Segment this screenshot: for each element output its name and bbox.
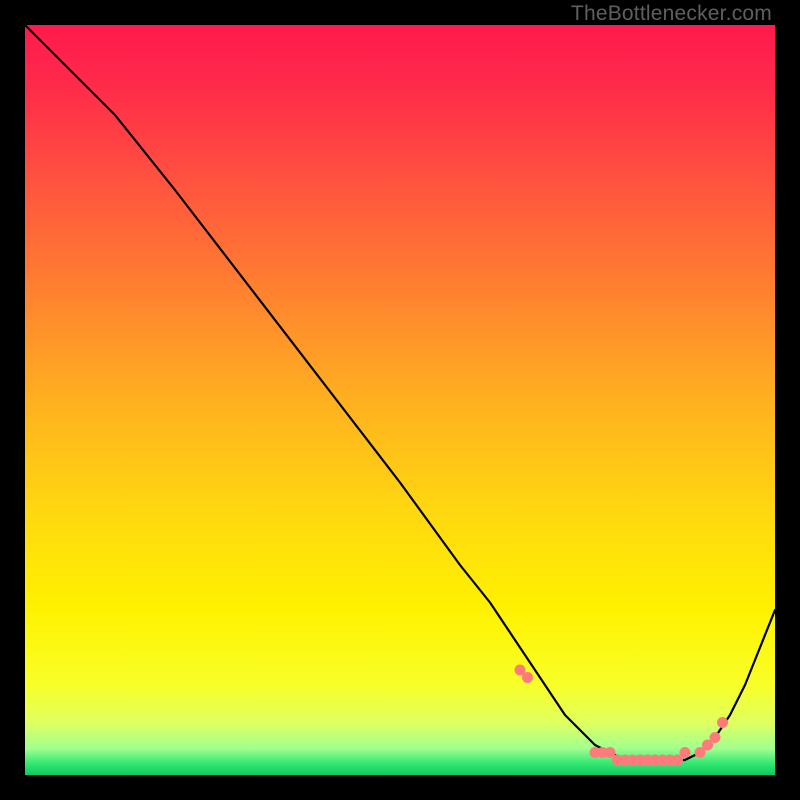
gradient-background [25,25,775,775]
marker-dot [522,672,533,683]
bottleneck-chart [25,25,775,775]
chart-frame [25,25,775,775]
watermark-text: TheBottleneсker.com [571,2,772,26]
marker-dot [710,732,721,743]
marker-dot [680,747,691,758]
marker-dot [717,717,728,728]
